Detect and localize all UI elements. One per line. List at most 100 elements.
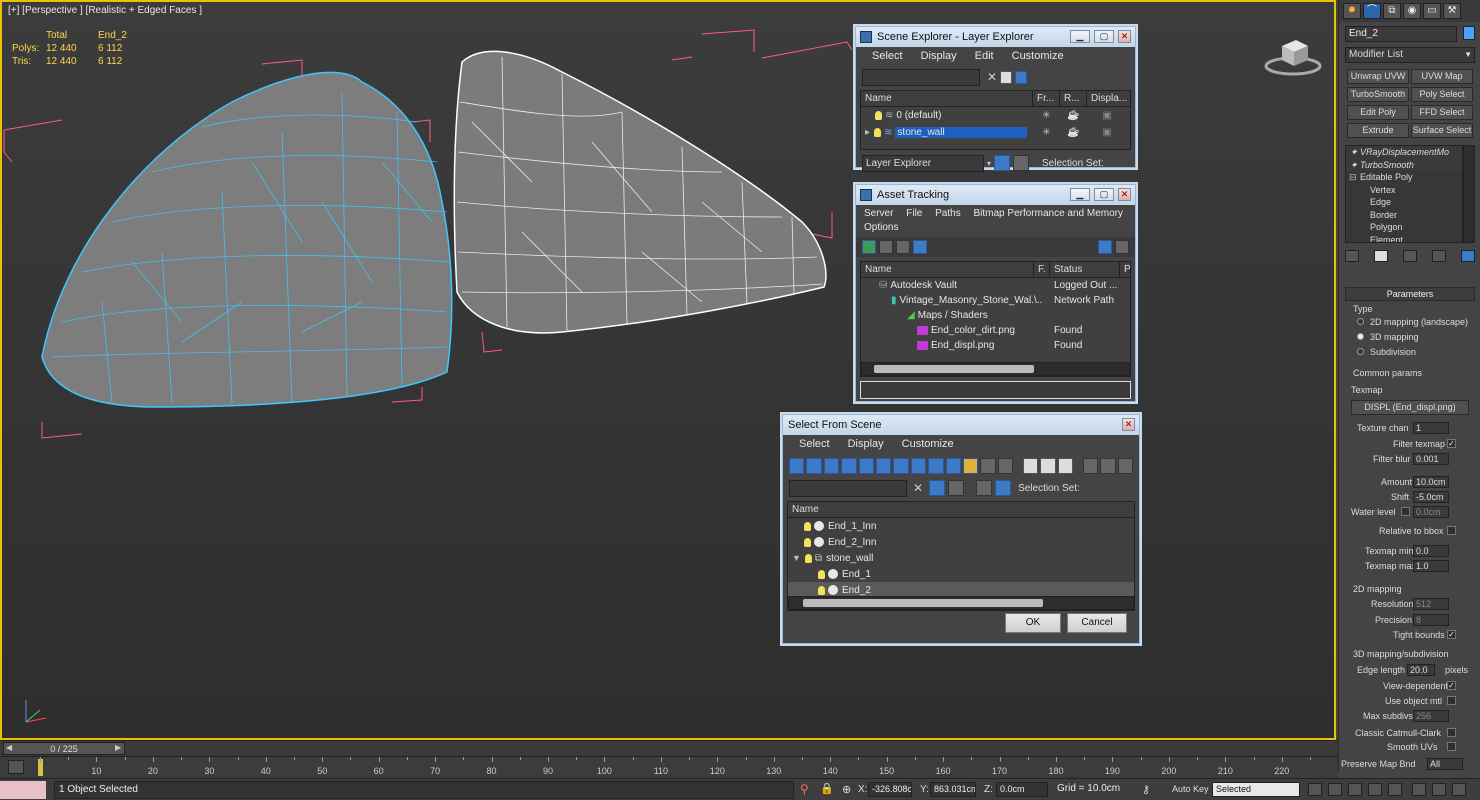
uvw-map-button[interactable]: UVW Map (1411, 69, 1473, 84)
particle-filter-icon[interactable] (945, 458, 961, 474)
bulb-icon[interactable] (875, 110, 882, 120)
parameters-rollout-header[interactable]: Parameters (1345, 287, 1475, 301)
select-from-scene-window[interactable]: Select From Scene ✕ Select Display Custo… (782, 414, 1140, 644)
freeze-icon[interactable]: ✳ (1033, 110, 1060, 121)
bulb-icon[interactable] (804, 553, 812, 563)
layers-toggle-icon[interactable] (976, 480, 993, 496)
asset-row[interactable]: ◢ Maps / Shaders (861, 308, 1130, 323)
radio-3d-mapping[interactable] (1357, 333, 1364, 340)
filter-icon[interactable] (1000, 70, 1013, 84)
col-f[interactable]: F. (1034, 261, 1050, 278)
play-icon[interactable] (1348, 783, 1362, 796)
scene-object-row[interactable]: End_2_Inn (788, 534, 1134, 550)
bulb-icon[interactable] (874, 127, 882, 137)
col-status[interactable]: Status (1050, 261, 1120, 278)
bulb-icon[interactable] (818, 585, 825, 595)
display-icon[interactable]: ▣ (1087, 127, 1127, 138)
auto-key-label[interactable]: Auto Key (1172, 782, 1209, 797)
asset-row[interactable]: ▮ Vintage_Masonry_Stone_Wal... \.. Networ… (861, 293, 1130, 308)
display-tab-icon[interactable]: ▭ (1423, 3, 1441, 19)
configure-sets-icon[interactable] (1461, 250, 1475, 262)
track-menu-icon[interactable] (8, 760, 24, 774)
surface-select-button[interactable]: Surface Select (1411, 123, 1473, 138)
menu-display[interactable]: Display (921, 50, 957, 64)
object-name-field[interactable]: End_2 (1345, 26, 1457, 42)
hierarchy-icon[interactable] (1013, 155, 1030, 171)
menu-paths[interactable]: Paths (935, 208, 961, 219)
scene-object-row[interactable]: End_1 (788, 566, 1134, 582)
stack-subitem[interactable]: Element (1346, 234, 1462, 243)
layer-row[interactable]: ≋ 0 (default) ✳ ☕ ▣ (861, 107, 1130, 124)
maximize-button[interactable]: ▢ (1094, 188, 1114, 201)
menu-select[interactable]: Select (872, 50, 903, 64)
info-icon[interactable] (1115, 240, 1129, 254)
menu-server[interactable]: Server (864, 208, 893, 219)
relative-bbox-checkbox[interactable] (1447, 526, 1456, 535)
sort-icon[interactable] (1100, 458, 1116, 474)
tight-bounds-checkbox[interactable]: ✓ (1447, 630, 1456, 639)
bulb-icon[interactable] (818, 569, 825, 579)
display-icon[interactable]: ▣ (1087, 110, 1127, 121)
stack-item[interactable]: ✦ VRayDisplacementMo (1346, 146, 1462, 159)
object-color-swatch[interactable] (1463, 26, 1475, 40)
expand-arrow-icon[interactable]: ▸ (865, 127, 870, 138)
edit-poly-button[interactable]: Edit Poly (1347, 105, 1409, 120)
turbosmooth-button[interactable]: TurboSmooth (1347, 87, 1409, 102)
select-none-icon[interactable] (1040, 458, 1056, 474)
asset-path-field[interactable] (860, 381, 1131, 399)
asset-row[interactable]: ⛁ Autodesk Vault Logged Out ... (861, 278, 1130, 293)
x-coordinate-field[interactable]: -326.808cr (868, 782, 912, 797)
layer-row[interactable]: ▸ ≋ stone_wall ✳ ☕ ▣ (861, 124, 1130, 141)
filter-texmap-checkbox[interactable]: ✓ (1447, 439, 1456, 448)
hidden-filter-icon[interactable] (997, 458, 1014, 474)
render-icon[interactable]: ☕ (1060, 110, 1087, 121)
remove-modifier-icon[interactable] (1432, 250, 1446, 262)
view-dependent-checkbox[interactable]: ✓ (1447, 681, 1456, 690)
classic-catmull-checkbox[interactable] (1447, 728, 1456, 737)
select-invert-icon[interactable] (1057, 458, 1073, 474)
show-end-result-icon[interactable] (1374, 250, 1388, 262)
help-icon[interactable] (1098, 240, 1112, 254)
water-level-field[interactable]: 0.0cm (1413, 506, 1449, 518)
close-button[interactable]: ✕ (1118, 30, 1131, 43)
isolate-icon[interactable]: ⚲ (800, 782, 809, 796)
menu-bitmap-performance[interactable]: Bitmap Performance and Memory (974, 208, 1124, 219)
extrude-button[interactable]: Extrude (1347, 123, 1409, 138)
close-button[interactable]: ✕ (1122, 418, 1135, 431)
stack-subitem[interactable]: Vertex (1346, 184, 1462, 197)
radio-subdivision[interactable] (1357, 348, 1364, 355)
select-hscroll[interactable] (788, 596, 1134, 610)
cancel-button[interactable]: Cancel (1067, 613, 1127, 633)
track-bar[interactable]: 10 20 30 40 50 60 70 80 90 100 110 120 130 140 150 160 1… (0, 756, 1338, 778)
prev-key-icon[interactable] (1328, 783, 1342, 796)
stack-subitem[interactable]: Border (1346, 209, 1462, 222)
geometry-filter-icon[interactable] (789, 458, 805, 474)
helper-filter-icon[interactable] (858, 458, 874, 474)
clear-search-icon[interactable]: ✕ (913, 481, 923, 495)
radio-2d-mapping[interactable] (1357, 318, 1364, 325)
scene-object-row[interactable]: End_1_Inn (788, 518, 1134, 534)
amount-field[interactable]: 10.0cm (1413, 476, 1449, 488)
pan-icon[interactable] (1432, 783, 1446, 796)
texmap-min-field[interactable]: 0.0 (1413, 545, 1449, 557)
smooth-uvs-checkbox[interactable] (1447, 742, 1456, 751)
columns-icon[interactable] (1117, 458, 1133, 474)
select-from-scene-titlebar[interactable]: Select From Scene ✕ (783, 415, 1139, 435)
time-slider-bar[interactable]: 0 / 225 ◀ ▶ (0, 740, 1338, 756)
dropdown-arrow-icon[interactable]: ▾ (987, 159, 991, 168)
absolute-mode-icon[interactable]: ⊕ (842, 783, 851, 796)
stack-subitem[interactable]: Edge (1346, 196, 1462, 209)
group-filter-icon[interactable] (893, 458, 909, 474)
maxscript-listener[interactable] (0, 781, 46, 799)
menu-display[interactable]: Display (848, 438, 884, 452)
prev-frame-icon[interactable]: ◀ (6, 743, 12, 752)
select-all-icon[interactable] (1022, 458, 1039, 474)
col-display[interactable]: Displa... (1087, 91, 1127, 107)
resolution-field[interactable]: 512 (1413, 598, 1449, 610)
collapse-arrow-icon[interactable]: ▼ (792, 553, 801, 563)
tree-view-icon[interactable] (896, 240, 910, 254)
list-view-icon[interactable] (879, 240, 893, 254)
modifier-stack[interactable]: ✦ VRayDisplacementMo ✦ TurboSmooth ⊟ Editab… (1345, 145, 1463, 243)
layers-toggle-icon[interactable] (994, 155, 1011, 171)
col-name[interactable]: Name (861, 90, 1033, 107)
